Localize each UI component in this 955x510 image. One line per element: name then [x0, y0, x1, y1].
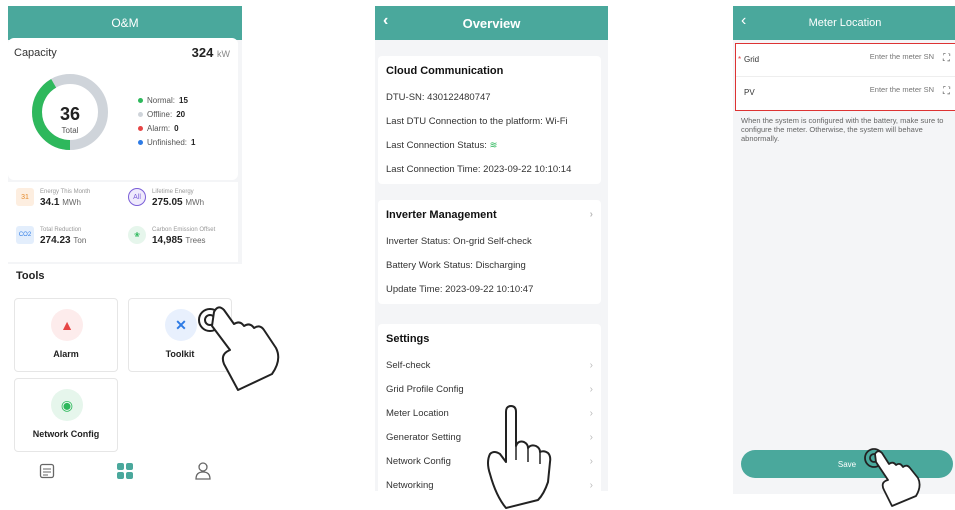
back-icon[interactable]: ‹ — [741, 12, 746, 30]
meter-location-screen: ‹ Meter Location * Grid ⛶ PV ⛶ When the … — [733, 6, 955, 494]
list-icon[interactable] — [39, 463, 55, 479]
required-mark: * — [738, 55, 742, 64]
calendar-icon: 31 — [16, 188, 34, 206]
page-title: O&M — [111, 16, 139, 30]
inverter-management-card[interactable]: Inverter Management › Inverter Status: On… — [378, 200, 601, 304]
legend-normal: Normal: 15 — [138, 96, 188, 105]
cloud-communication-card: Cloud Communication DTU-SN: 430122480747… — [378, 56, 601, 184]
chevron-right-icon: › — [589, 408, 593, 419]
tools-title: Tools — [16, 270, 45, 282]
settings-item-network-config[interactable]: Network Config › — [378, 450, 601, 474]
all-icon: All — [128, 188, 146, 206]
page-title: Meter Location — [808, 17, 882, 29]
user-icon[interactable] — [195, 462, 211, 480]
meter-location-header: ‹ Meter Location — [733, 6, 955, 40]
router-icon: ◉ — [51, 389, 83, 421]
settings-item-meter-location[interactable]: Meter Location › — [378, 402, 601, 426]
scan-icon[interactable]: ⛶ — [943, 53, 950, 64]
last-connection-status: Last Connection Status: ≋ — [386, 140, 498, 151]
chevron-right-icon: › — [589, 456, 593, 467]
chevron-right-icon: › — [589, 384, 593, 395]
wifi-icon: ≋ — [489, 140, 498, 151]
cloud-communication-header: Cloud Communication — [386, 65, 504, 77]
save-button[interactable]: Save — [741, 450, 953, 478]
om-screen: O&M Capacity 324 kW 36 Total Normal: 15 O… — [8, 6, 242, 486]
co2-icon: CO2 — [16, 226, 34, 244]
settings-item-networking[interactable]: Networking › — [378, 474, 601, 491]
capacity-label: Capacity — [14, 47, 57, 59]
last-connection-platform: Last DTU Connection to the platform: Wi-… — [386, 116, 568, 127]
energy-stats: 31 Energy This Month 34.1 MWh All Lifetim… — [8, 182, 238, 262]
chevron-right-icon: › — [589, 209, 593, 220]
stat-carbon-offset: ❀ Carbon Emission Offset 14,985 Trees — [128, 226, 215, 246]
legend-alarm: Alarm: 0 — [138, 124, 179, 133]
tree-icon: ❀ — [128, 226, 146, 244]
tool-alarm-button[interactable]: ▲ Alarm — [14, 298, 118, 372]
pv-meter-sn-input[interactable] — [834, 85, 934, 94]
last-connection-time: Last Connection Time: 2023-09-22 10:10:1… — [386, 164, 572, 175]
scan-icon[interactable]: ⛶ — [943, 86, 950, 97]
chevron-right-icon: › — [589, 360, 593, 371]
page-title: Overview — [462, 15, 521, 31]
battery-meter-note: When the system is configured with the b… — [741, 116, 944, 143]
update-time: Update Time: 2023-09-22 10:10:47 — [386, 284, 534, 295]
tool-network-config-button[interactable]: ◉ Network Config — [14, 378, 118, 452]
chevron-right-icon: › — [589, 432, 593, 443]
grid-label: Grid — [744, 55, 760, 64]
settings-item-grid-profile-config[interactable]: Grid Profile Config › — [378, 378, 601, 402]
total-label: Total — [61, 126, 79, 135]
toolkit-icon: ✕ — [165, 309, 197, 341]
pv-meter-row: PV ⛶ — [736, 77, 955, 110]
total-count: 36 — [59, 104, 81, 124]
capacity-value: 324 kW — [191, 45, 230, 60]
tool-toolkit-button[interactable]: ✕ Toolkit — [128, 298, 232, 372]
overview-screen: ‹ Overview Cloud Communication DTU-SN: 4… — [375, 6, 608, 491]
legend-unfinished: Unfinished: 1 — [138, 138, 195, 147]
grid-icon[interactable] — [116, 462, 134, 480]
meter-form: * Grid ⛶ PV ⛶ — [735, 43, 955, 111]
settings-header: Settings — [386, 333, 430, 345]
pv-label: PV — [744, 88, 755, 97]
om-header: O&M — [8, 6, 242, 40]
inverter-status: Inverter Status: On-grid Self-check — [386, 236, 532, 247]
back-icon[interactable]: ‹ — [383, 12, 388, 30]
capacity-card[interactable]: Capacity 324 kW 36 Total Normal: 15 Offli… — [8, 38, 238, 180]
settings-item-generator-setting[interactable]: Generator Setting › — [378, 426, 601, 450]
stat-energy-month: 31 Energy This Month 34.1 MWh — [16, 188, 90, 208]
bottom-tab-bar — [8, 456, 242, 486]
inverter-management-header[interactable]: Inverter Management › — [378, 200, 601, 230]
settings-card: Settings Self-check › Grid Profile Config… — [378, 324, 601, 491]
settings-item-self-check[interactable]: Self-check › — [378, 354, 601, 378]
legend-offline: Offline: 20 — [138, 110, 185, 119]
tools-section: Tools ▲ Alarm ✕ Toolkit ◉ Network Config — [8, 264, 242, 456]
overview-header: ‹ Overview — [375, 6, 608, 40]
alarm-icon: ▲ — [51, 309, 83, 341]
stat-total-reduction: CO2 Total Reduction 274.23 Ton — [16, 226, 86, 246]
battery-work-status: Battery Work Status: Discharging — [386, 260, 526, 271]
grid-meter-row: * Grid ⛶ — [736, 44, 955, 77]
dtu-sn: DTU-SN: 430122480747 — [386, 92, 491, 103]
grid-meter-sn-input[interactable] — [834, 52, 934, 61]
chevron-right-icon: › — [589, 480, 593, 491]
stat-lifetime-energy: All Lifetime Energy 275.05 MWh — [128, 188, 204, 208]
